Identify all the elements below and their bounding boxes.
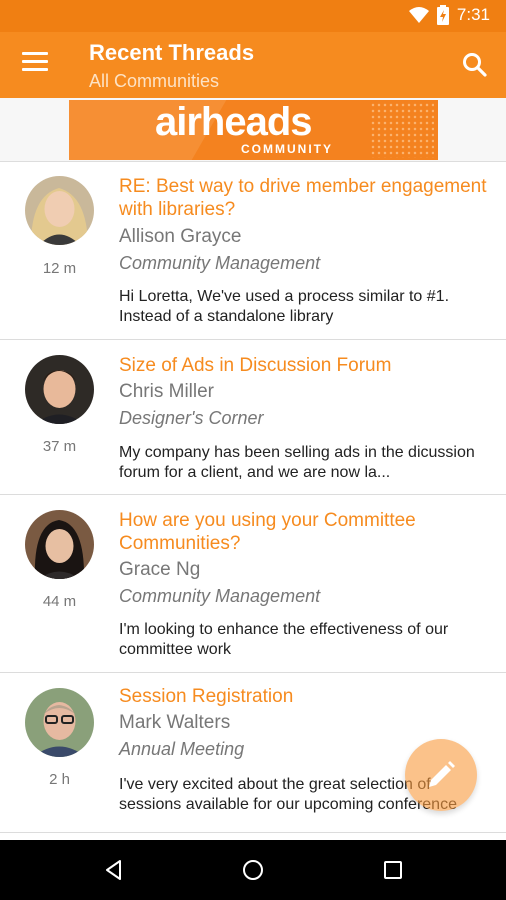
search-icon[interactable] xyxy=(462,52,488,78)
status-icons: 7:31 xyxy=(408,5,490,25)
thread-author: Mark Walters xyxy=(119,712,231,733)
page-subtitle[interactable]: All Communities xyxy=(89,71,219,92)
avatar xyxy=(25,176,94,245)
thread-age: 2 h xyxy=(49,771,70,788)
thread-snippet: I'm looking to enhance the effectiveness… xyxy=(119,621,449,658)
compose-button[interactable] xyxy=(405,739,477,811)
thread-age: 37 m xyxy=(42,438,77,455)
avatar xyxy=(25,688,94,757)
thread-title[interactable]: Session Registration xyxy=(119,685,488,708)
thread-author: Grace Ng xyxy=(119,559,201,580)
thread-item[interactable]: 12 m RE: Best way to drive member engage… xyxy=(0,162,506,340)
recents-icon[interactable] xyxy=(381,858,405,882)
thread-author: Chris Miller xyxy=(119,381,214,402)
home-icon[interactable] xyxy=(241,858,265,882)
avatar xyxy=(25,355,94,424)
battery-icon xyxy=(436,5,449,25)
thread-item[interactable]: 44 m How are you using your Committee Co… xyxy=(0,495,506,673)
thread-community: Community Management xyxy=(119,253,321,273)
thread-age: 44 m xyxy=(42,593,77,610)
thread-item[interactable]: 37 m Size of Ads in Discussion Forum Chr… xyxy=(0,340,506,495)
thread-title[interactable]: RE: Best way to drive member engagement … xyxy=(119,175,488,221)
back-icon[interactable] xyxy=(102,858,126,882)
avatar xyxy=(25,510,94,579)
status-bar: 7:31 xyxy=(0,0,506,32)
banner-dots xyxy=(370,102,434,158)
banner-logo-subtext: COMMUNITY xyxy=(241,142,333,156)
thread-author: Allison Grayce xyxy=(119,226,242,247)
thread-snippet: Hi Loretta, We've used a process similar… xyxy=(119,288,450,325)
community-banner-area: airheads COMMUNITY xyxy=(0,98,506,162)
page-title: Recent Threads xyxy=(89,40,255,65)
thread-age: 12 m xyxy=(42,260,77,277)
thread-community: Community Management xyxy=(119,586,321,606)
thread-snippet: My company has been selling ads in the d… xyxy=(119,444,475,481)
thread-title[interactable]: Size of Ads in Discussion Forum xyxy=(119,354,488,377)
thread-community: Designer's Corner xyxy=(119,408,264,428)
thread-community: Annual Meeting xyxy=(119,739,245,759)
community-banner: airheads COMMUNITY xyxy=(69,100,438,160)
status-time: 7:31 xyxy=(456,5,490,24)
app-bar: Recent Threads All Communities xyxy=(0,32,506,98)
menu-icon[interactable] xyxy=(22,52,48,76)
banner-logo-text: airheads xyxy=(155,100,313,144)
system-nav-bar xyxy=(0,840,506,900)
thread-list: 12 m RE: Best way to drive member engage… xyxy=(0,162,506,833)
thread-title[interactable]: How are you using your Committee Communi… xyxy=(119,509,488,555)
edit-pencil-icon xyxy=(429,761,455,787)
wifi-icon xyxy=(408,7,429,23)
